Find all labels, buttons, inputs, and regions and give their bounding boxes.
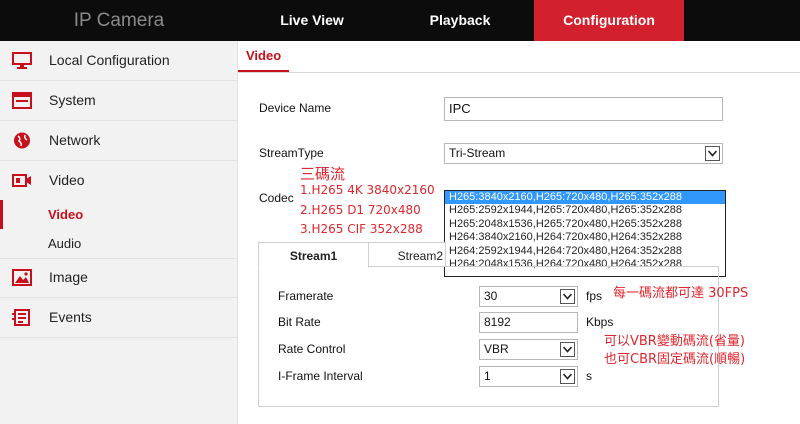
tab-stream1[interactable]: Stream1 <box>258 242 369 268</box>
chevron-down-icon[interactable] <box>560 369 575 384</box>
system-icon <box>12 92 32 109</box>
device-name-input[interactable]: IPC <box>444 97 723 121</box>
annotation-stream-line: 1.H265 4K 3840x2160 <box>300 183 435 197</box>
sidebar: Local Configuration System Network Video… <box>0 41 238 424</box>
framerate-value: 30 <box>484 289 498 303</box>
rate-control-label: Rate Control <box>278 342 346 356</box>
framerate-unit: fps <box>586 289 603 303</box>
tab-stream2[interactable]: Stream2 <box>368 242 446 267</box>
framerate-select[interactable]: 30 <box>479 286 578 307</box>
framerate-label: Framerate <box>278 289 334 303</box>
divider <box>238 72 800 73</box>
annotation-stream-line: 2.H265 D1 720x480 <box>300 203 421 217</box>
sidebar-item-label: Events <box>49 309 92 325</box>
sidebar-subitem-video[interactable]: Video <box>0 200 237 229</box>
sidebar-item-system[interactable]: System <box>0 81 237 121</box>
sidebar-item-label: Local Configuration <box>49 52 170 68</box>
rate-control-value: VBR <box>484 342 509 356</box>
sidebar-subitem-label: Audio <box>48 236 82 251</box>
sidebar-subitem-audio[interactable]: Audio <box>0 229 237 259</box>
nav-playback[interactable]: Playback <box>386 0 534 41</box>
sidebar-item-label: System <box>49 92 96 108</box>
codec-option[interactable]: H265:2592x1944,H265:720x480,H265:352x288 <box>445 204 725 217</box>
annotation-stream-line: 3.H265 CIF 352x288 <box>300 222 423 236</box>
sidebar-item-video[interactable]: Video <box>0 161 237 200</box>
chevron-down-icon[interactable] <box>560 342 575 357</box>
monitor-icon <box>12 52 32 69</box>
codec-option[interactable]: H264:3840x2160,H264:720x480,H264:352x288 <box>445 231 725 244</box>
codec-option[interactable]: H265:2048x1536,H265:720x480,H265:352x288 <box>445 218 725 231</box>
video-camera-icon <box>12 172 32 189</box>
bitrate-label: Bit Rate <box>278 315 321 329</box>
globe-icon <box>12 132 32 149</box>
bitrate-input[interactable]: 8192 <box>479 312 578 333</box>
sidebar-item-local-configuration[interactable]: Local Configuration <box>0 41 237 81</box>
sidebar-item-label: Image <box>49 269 88 285</box>
app-title: IP Camera <box>73 10 165 31</box>
sidebar-item-events[interactable]: Events <box>0 298 237 338</box>
bitrate-unit: Kbps <box>586 315 614 329</box>
tab-video[interactable]: Video <box>238 41 290 72</box>
stream-type-value: Tri-Stream <box>449 146 506 160</box>
annotation-vbr-note: 可以VBR變動碼流(省量) <box>604 334 745 349</box>
sidebar-item-label: Network <box>49 132 101 148</box>
stream-type-label: StreamType <box>259 146 324 160</box>
stream-type-select[interactable]: Tri-Stream <box>444 143 723 164</box>
iframe-interval-label: I-Frame Interval <box>278 369 363 383</box>
events-icon <box>12 309 32 326</box>
sidebar-item-image[interactable]: Image <box>0 258 237 298</box>
device-name-label: Device Name <box>259 101 332 115</box>
sidebar-item-label: Video <box>49 172 85 188</box>
nav-configuration[interactable]: Configuration <box>534 0 684 41</box>
codec-option[interactable]: H264:2592x1944,H264:720x480,H264:352x288 <box>445 245 725 258</box>
codec-option[interactable]: H265:3840x2160,H265:720x480,H265:352x288 <box>445 191 725 205</box>
chevron-down-icon[interactable] <box>705 146 720 161</box>
iframe-interval-value: 1 <box>484 369 491 383</box>
rate-control-select[interactable]: VBR <box>479 339 578 360</box>
annotation-cbr-note: 也可CBR固定碼流(順暢) <box>604 352 746 367</box>
annotation-streams-title: 三碼流 <box>300 165 346 183</box>
sidebar-subitem-label: Video <box>48 207 84 222</box>
top-bar: IP Camera Live View Playback Configurati… <box>0 0 800 41</box>
codec-dropdown-list[interactable]: H265:3840x2160,H265:720x480,H265:352x288… <box>444 190 726 277</box>
image-icon <box>12 269 32 286</box>
sidebar-item-network[interactable]: Network <box>0 121 237 161</box>
iframe-interval-select[interactable]: 1 <box>479 366 578 387</box>
iframe-interval-unit: s <box>586 369 592 383</box>
codec-label: Codec <box>259 191 294 205</box>
chevron-down-icon[interactable] <box>560 289 575 304</box>
annotation-fps-note: 每一碼流都可達 30FPS <box>613 286 749 301</box>
nav-live-view[interactable]: Live View <box>238 0 386 41</box>
